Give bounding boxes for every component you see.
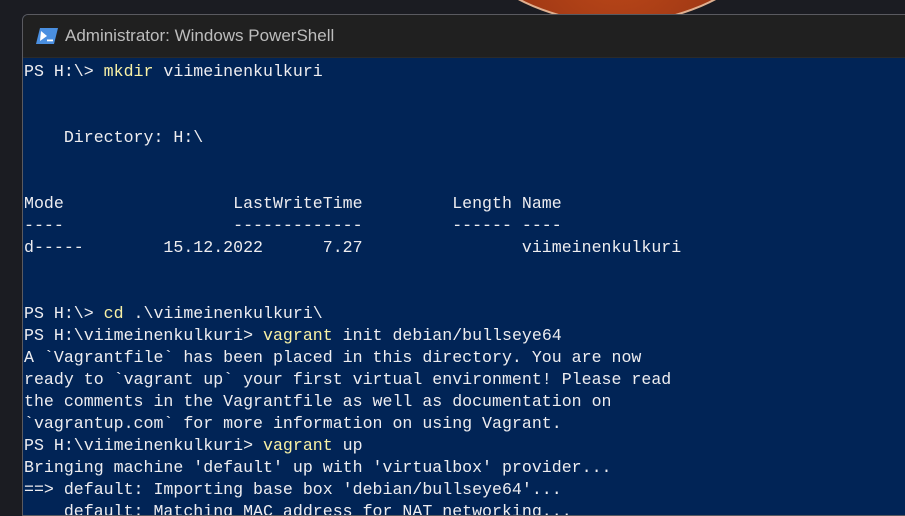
console-command: cd [103, 304, 124, 323]
title-bar[interactable]: Administrator: Windows PowerShell [23, 15, 905, 58]
console-prompt: PS H:\viimeinenkulkuri> [24, 326, 263, 345]
console-command: mkdir [103, 62, 154, 81]
console-output-line: ready to `vagrant up` your first virtual… [24, 370, 672, 389]
console-output-line: Directory: H:\ [24, 128, 204, 147]
console-output-line: default: Matching MAC address for NAT ne… [24, 502, 572, 516]
console-output-line: Bringing machine 'default' up with 'virt… [24, 458, 612, 477]
window-title: Administrator: Windows PowerShell [65, 26, 335, 45]
console-command-args: viimeinenkulkuri [153, 62, 323, 81]
console-output-line: A `Vagrantfile` has been placed in this … [24, 348, 642, 367]
console-command-line: PS H:\viimeinenkulkuri> vagrant up [24, 435, 905, 457]
powershell-icon [36, 28, 58, 44]
powershell-window[interactable]: Administrator: Windows PowerShell PS H:\… [22, 14, 905, 516]
console-output[interactable]: PS H:\> mkdir viimeinenkulkuri Directory… [24, 58, 905, 515]
console-command-args: init debian/bullseye64 [332, 326, 562, 345]
console-output-line: ==> default: Importing base box 'debian/… [24, 480, 562, 499]
console-prompt: PS H:\> [24, 62, 104, 81]
console-output-line: the comments in the Vagrantfile as well … [24, 392, 612, 411]
console-command-args: up [332, 436, 363, 455]
console-command: vagrant [263, 436, 333, 455]
console-output-line: d----- 15.12.2022 7.27 viimeinenkulkuri [24, 238, 682, 257]
console-command-line: PS H:\> mkdir viimeinenkulkuri [24, 61, 905, 83]
console-command-line: PS H:\viimeinenkulkuri> vagrant init deb… [24, 325, 905, 347]
console-command-args: .\viimeinenkulkuri\ [123, 304, 323, 323]
console-command: vagrant [263, 326, 333, 345]
console-output-line: `vagrantup.com` for more information on … [24, 414, 562, 433]
console-output-line: Mode LastWriteTime Length Name [24, 194, 562, 213]
console-output-line: ---- ------------- ------ ---- [24, 216, 562, 235]
console-prompt: PS H:\viimeinenkulkuri> [24, 436, 263, 455]
console-command-line: PS H:\> cd .\viimeinenkulkuri\ [24, 303, 905, 325]
console-prompt: PS H:\> [24, 304, 104, 323]
